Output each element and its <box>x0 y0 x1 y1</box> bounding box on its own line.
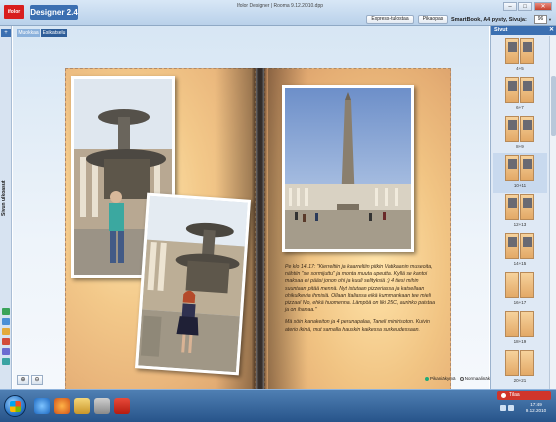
internet-explorer-icon[interactable] <box>34 398 50 414</box>
page-layouts-sidebar[interactable]: + Sivun ulkoasut <box>0 26 12 389</box>
scrollbar-thumb[interactable] <box>551 76 556 136</box>
thumbnail-16-17[interactable]: 16+17 <box>493 270 547 310</box>
normal-view-radio[interactable] <box>459 376 464 381</box>
windows-logo-icon <box>10 401 21 412</box>
tool-icon-4[interactable] <box>2 338 10 345</box>
zoom-in-icon[interactable]: ⊕ <box>17 375 29 385</box>
photo-obelisk[interactable] <box>282 85 414 252</box>
order-label: Tilaa <box>509 392 520 398</box>
page-thumbnail-list[interactable]: 4+5 6+7 8+9 10+11 12+13 14+15 16+17 18+1… <box>491 36 549 389</box>
thumbnail-label: 6+7 <box>516 105 524 110</box>
pages-panel-header: Sivut ✕ <box>491 26 556 35</box>
thumbnail-label: 10+11 <box>513 183 527 188</box>
tab-preview[interactable]: Esikatselu <box>41 29 67 37</box>
tool-icon-3[interactable] <box>2 328 10 335</box>
editor-canvas[interactable]: Muokkaa Esikatselu Pe klo 14.17: "Kierre… <box>13 26 499 396</box>
thumbnail-10-11[interactable]: 10+11 <box>493 153 547 193</box>
thumbnail-label: 18+19 <box>513 339 527 344</box>
close-button[interactable]: ✕ <box>534 2 552 11</box>
thumbnail-label: 16+17 <box>513 300 527 305</box>
explorer-folder-icon[interactable] <box>74 398 90 414</box>
windows-taskbar <box>0 389 556 422</box>
story-paragraph-2: Mä söin kanakeiton ja 4 perunapalaa, Tan… <box>285 319 430 333</box>
tool-icon-1[interactable] <box>2 308 10 315</box>
thumbnail-label: 14+15 <box>513 261 527 266</box>
thumbnail-6-7[interactable]: 6+7 <box>493 75 547 115</box>
view-mode-options: Pikaniäkymä Normaalinäkymä <box>425 376 499 381</box>
tool-icon-5[interactable] <box>2 348 10 355</box>
photo-book-spread: Pe klo 14.17: "Kierreltiin ja kaarreltii… <box>65 68 451 396</box>
sidebar-expand-button[interactable]: + <box>1 29 11 37</box>
thumbnail-label: 20+21 <box>513 378 527 383</box>
firefox-icon[interactable] <box>54 398 70 414</box>
thumbnail-label: 4+5 <box>516 66 524 71</box>
pages-panel: Sivut ✕ 4+5 6+7 8+9 10+11 12+13 14+15 16… <box>490 26 556 389</box>
media-player-icon[interactable] <box>94 398 110 414</box>
sidebar-vertical-label[interactable]: Sivun ulkoasut <box>1 176 11 220</box>
thumbnail-scrollbar[interactable] <box>549 36 556 389</box>
thumbnail-4-5[interactable]: 4+5 <box>493 36 547 76</box>
thumbnail-18-19[interactable]: 18+19 <box>493 309 547 349</box>
thumbnail-label: 12+13 <box>513 222 527 227</box>
thumbnail-14-15[interactable]: 14+15 <box>493 231 547 271</box>
book-spine <box>252 68 268 396</box>
quick-guide-button[interactable]: Pikaopas <box>418 15 448 24</box>
pages-panel-close-icon[interactable]: ✕ <box>549 26 554 35</box>
ifolor-taskbar-icon[interactable] <box>114 398 130 414</box>
story-paragraph-1: Pe klo 14.17: "Kierreltiin ja kaarreltii… <box>285 264 435 314</box>
volume-icon[interactable] <box>508 405 514 411</box>
order-notification[interactable]: Tilaa <box>497 391 551 400</box>
window-title: Ifolor Designer | Rooma 9.12.2010.dpp <box>236 3 324 9</box>
maximize-button[interactable]: □ <box>518 2 532 11</box>
fountain-woman-image <box>138 195 248 373</box>
thumbnail-8-9[interactable]: 8+9 <box>493 114 547 154</box>
ifolor-logo: ifolor <box>4 5 24 19</box>
quick-view-label: Pikaniäkymä <box>430 376 456 381</box>
quick-view-radio[interactable] <box>425 376 429 381</box>
thumbnail-12-13[interactable]: 12+13 <box>493 192 547 232</box>
express-print-button[interactable]: Express-tulostaa <box>366 15 414 24</box>
system-clock[interactable]: 17:49 9.12.2010 <box>522 402 550 414</box>
zoom-input[interactable]: 96 <box>534 15 547 24</box>
start-button[interactable] <box>4 395 26 417</box>
clock-date: 9.12.2010 <box>525 408 547 413</box>
order-icon <box>501 393 506 398</box>
pages-panel-title: Sivut <box>494 27 508 33</box>
minimize-button[interactable]: – <box>503 2 517 11</box>
travel-story-text[interactable]: Pe klo 14.17: "Kierreltiin ja kaarreltii… <box>285 264 440 339</box>
app-name-badge: Designer 2.4 <box>30 5 78 20</box>
photo-fountain-woman[interactable] <box>134 192 252 376</box>
zoom-dropdown-icon[interactable]: ▼ <box>548 15 554 24</box>
obelisk-image <box>285 88 411 249</box>
tool-icon-2[interactable] <box>2 318 10 325</box>
thumbnail-label: 8+9 <box>516 144 524 149</box>
zoom-out-icon[interactable]: ⊖ <box>31 375 43 385</box>
product-info: SmartBook, A4 pysty, Sivuja: <box>451 17 527 23</box>
network-icon[interactable] <box>500 405 506 411</box>
tool-icon-6[interactable] <box>2 358 10 365</box>
thumbnail-20-21[interactable]: 20+21 <box>493 348 547 388</box>
tab-edit[interactable]: Muokkaa <box>17 29 40 37</box>
